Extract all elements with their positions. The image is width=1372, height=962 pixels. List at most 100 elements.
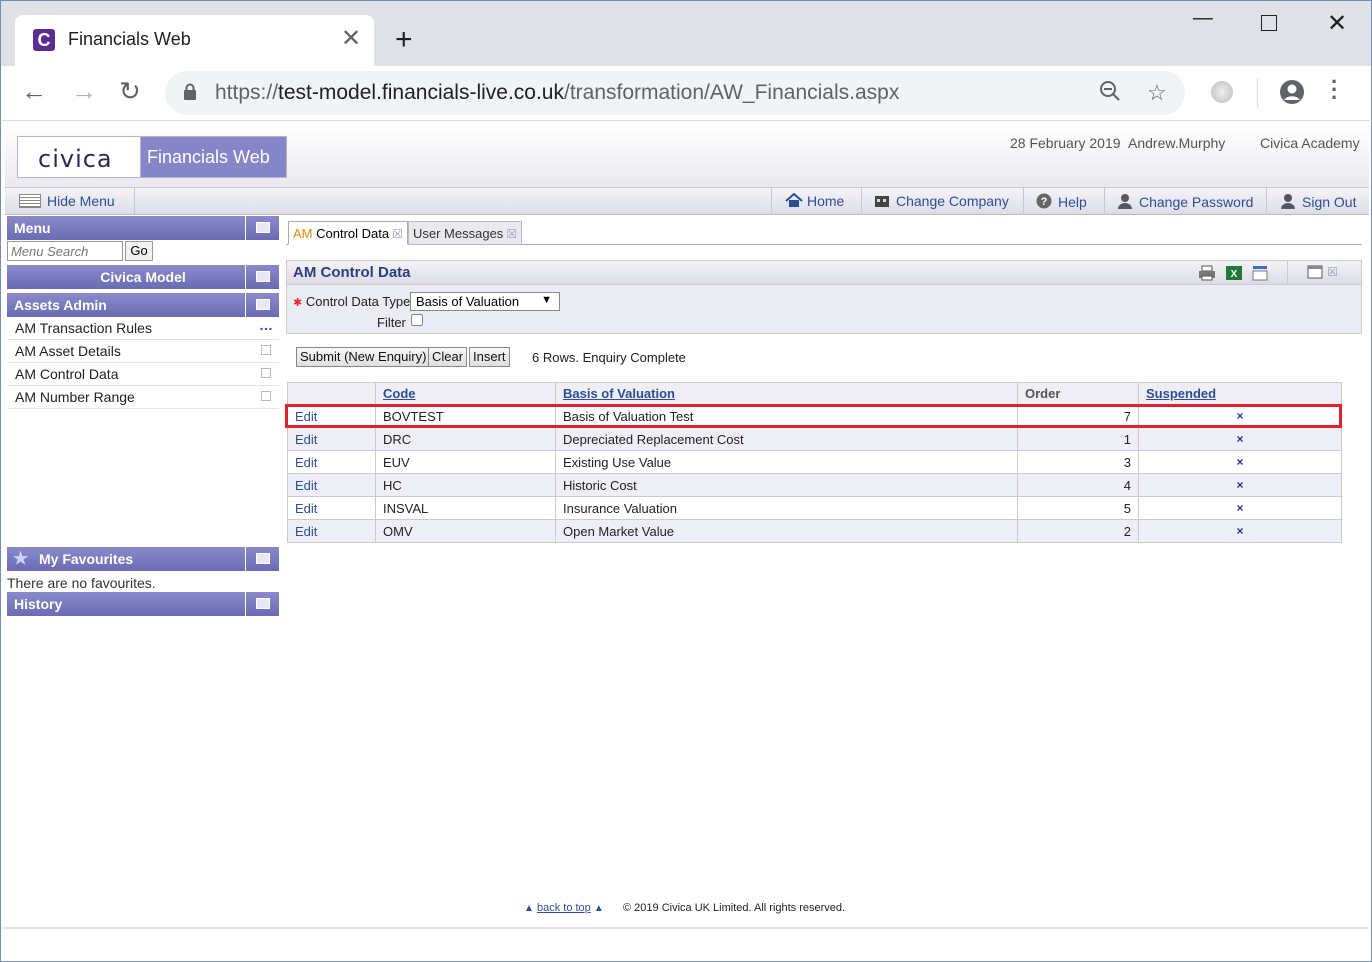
no-favourites-text: There are no favourites.: [7, 575, 156, 591]
table-row: Edit DRC Depreciated Replacement Cost 1 …: [287, 427, 1342, 451]
menu-panel-toggle-icon[interactable]: [245, 216, 279, 240]
reload-icon[interactable]: ↻: [119, 78, 141, 104]
sidebar-item-am-control-data[interactable]: AM Control Data: [7, 363, 279, 386]
bookmark-star-icon[interactable]: ☆: [1147, 80, 1167, 106]
filter-label: Filter: [377, 315, 406, 330]
help-link[interactable]: ? Help: [1036, 193, 1087, 210]
code-cell: EUV: [375, 450, 556, 474]
change-password-link[interactable]: Change Password: [1117, 193, 1253, 210]
enquiry-status-text: 6 Rows. Enquiry Complete: [532, 350, 686, 365]
sidebar-item-am-number-range[interactable]: AM Number Range: [7, 386, 279, 409]
change-company-link[interactable]: Change Company: [874, 193, 1009, 209]
address-bar[interactable]: https://test-model.financials-live.co.uk…: [165, 71, 1185, 115]
order-cell: 2: [1017, 519, 1139, 543]
forward-arrow-icon[interactable]: →: [71, 78, 97, 104]
basis-cell: Open Market Value: [555, 519, 1018, 543]
user-signout-icon: [1280, 193, 1296, 209]
menu-search-input[interactable]: [7, 241, 123, 261]
profile-avatar-icon[interactable]: [1279, 79, 1305, 105]
control-data-type-select[interactable]: Basis of Valuation ▼: [410, 292, 560, 311]
print-icon[interactable]: [1198, 265, 1215, 281]
panel-close-icon[interactable]: ☒: [1327, 265, 1343, 281]
maximize-icon[interactable]: [1261, 15, 1277, 31]
column-header-basis[interactable]: Basis of Valuation: [555, 382, 1018, 405]
minimize-icon[interactable]: —: [1193, 7, 1213, 30]
table-row: Edit OMV Open Market Value 2 ×: [287, 519, 1342, 543]
svg-text:?: ?: [1041, 196, 1048, 208]
window-close-icon[interactable]: ✕: [1327, 9, 1347, 38]
panel-title: AM Control Data: [293, 264, 411, 281]
home-icon: [785, 192, 803, 207]
more-options-icon[interactable]: …: [259, 317, 273, 333]
table-row: Edit HC Historic Cost 4 ×: [287, 473, 1342, 497]
extension-icon[interactable]: [1211, 81, 1233, 103]
open-window-icon[interactable]: [261, 345, 271, 355]
control-data-type-label: ✱ Control Data Type: [293, 294, 411, 309]
table-row: Edit BOVTEST Basis of Valuation Test 7 ×: [287, 404, 1342, 428]
code-cell: HC: [375, 473, 556, 497]
edit-link[interactable]: Edit: [287, 519, 376, 543]
control-data-table: Code Basis of Valuation Order Suspended …: [287, 382, 1342, 543]
insert-button[interactable]: Insert: [469, 347, 510, 367]
basis-cell: Insurance Valuation: [555, 496, 1018, 520]
civica-model-header[interactable]: Civica Model: [7, 265, 279, 289]
suspended-x-icon: ×: [1138, 404, 1342, 428]
sign-out-link[interactable]: Sign Out: [1280, 193, 1356, 210]
filter-checkbox[interactable]: [411, 314, 423, 326]
open-window-icon[interactable]: [261, 391, 271, 401]
column-chooser-icon[interactable]: [1252, 265, 1268, 281]
section-up-icon[interactable]: [245, 293, 279, 317]
favourites-toggle-icon[interactable]: [245, 547, 279, 571]
close-tab-icon[interactable]: ✕: [341, 27, 361, 51]
column-header-code[interactable]: Code: [375, 382, 556, 405]
back-arrow-icon[interactable]: ←: [21, 78, 47, 104]
footer-divider: [3, 927, 1369, 929]
hide-menu-button[interactable]: Hide Menu: [19, 193, 115, 209]
edit-link[interactable]: Edit: [287, 404, 376, 428]
close-tab-icon[interactable]: ☒: [506, 227, 517, 241]
back-to-top-link[interactable]: ▲ back to top ▲: [524, 902, 604, 914]
more-menu-icon[interactable]: · · ·: [1331, 71, 1338, 109]
clear-button[interactable]: Clear: [428, 347, 468, 367]
home-link[interactable]: Home: [785, 192, 844, 209]
tab-user-messages[interactable]: User Messages ☒: [408, 221, 523, 245]
edit-link[interactable]: Edit: [287, 427, 376, 451]
assets-admin-header[interactable]: Assets Admin: [7, 293, 279, 317]
app-frame: civica Financials Web 28 February 2019 A…: [0, 120, 1372, 962]
history-toggle-icon[interactable]: [245, 592, 279, 616]
favourites-header[interactable]: My Favourites ★: [7, 547, 279, 571]
table-header-row: Code Basis of Valuation Order Suspended: [287, 382, 1342, 405]
history-header[interactable]: History: [7, 592, 279, 616]
submit-new-enquiry-button[interactable]: Submit (New Enquiry): [296, 347, 431, 367]
edit-link[interactable]: Edit: [287, 450, 376, 474]
tab-am-control-data[interactable]: AM Control Data ☒: [288, 221, 408, 245]
svg-text:X: X: [1231, 269, 1238, 280]
sidebar-item-am-transaction-rules[interactable]: AM Transaction Rules…: [7, 317, 279, 340]
browser-tab[interactable]: C Financials Web ✕: [15, 15, 374, 67]
column-header-order: Order: [1017, 382, 1139, 405]
browser-toolbar: ← → ↻ https://test-model.financials-live…: [0, 66, 1372, 120]
enquiry-form: ✱ Control Data Type Basis of Valuation ▼ …: [286, 285, 1362, 334]
model-toggle-icon[interactable]: [245, 265, 279, 289]
new-tab-button[interactable]: +: [395, 25, 413, 55]
open-window-icon[interactable]: [261, 368, 271, 378]
sidebar-item-am-asset-details[interactable]: AM Asset Details: [7, 340, 279, 363]
app-name-banner: Financials Web: [141, 136, 287, 178]
zoom-icon[interactable]: [1099, 80, 1121, 108]
excel-export-icon[interactable]: X: [1225, 265, 1242, 281]
panel-window-icon[interactable]: [1307, 265, 1323, 281]
edit-link[interactable]: Edit: [287, 496, 376, 520]
app-header: civica Financials Web 28 February 2019 A…: [5, 125, 1369, 187]
column-header-suspended[interactable]: Suspended: [1138, 382, 1342, 405]
suspended-x-icon: ×: [1138, 450, 1342, 474]
table-row: Edit INSVAL Insurance Valuation 5 ×: [287, 496, 1342, 520]
header-date: 28 February 2019: [1010, 135, 1121, 151]
panel-header: AM Control Data X ☒: [286, 260, 1362, 285]
menu-search-go-button[interactable]: Go: [125, 241, 153, 261]
help-icon: ?: [1036, 193, 1052, 209]
close-tab-icon[interactable]: ☒: [392, 227, 403, 241]
app-menubar: Hide Menu Home Change Company ? Help Chan…: [5, 187, 1369, 215]
edit-link[interactable]: Edit: [287, 473, 376, 497]
basis-cell: Depreciated Replacement Cost: [555, 427, 1018, 451]
url-text: https://test-model.financials-live.co.uk…: [215, 81, 900, 104]
